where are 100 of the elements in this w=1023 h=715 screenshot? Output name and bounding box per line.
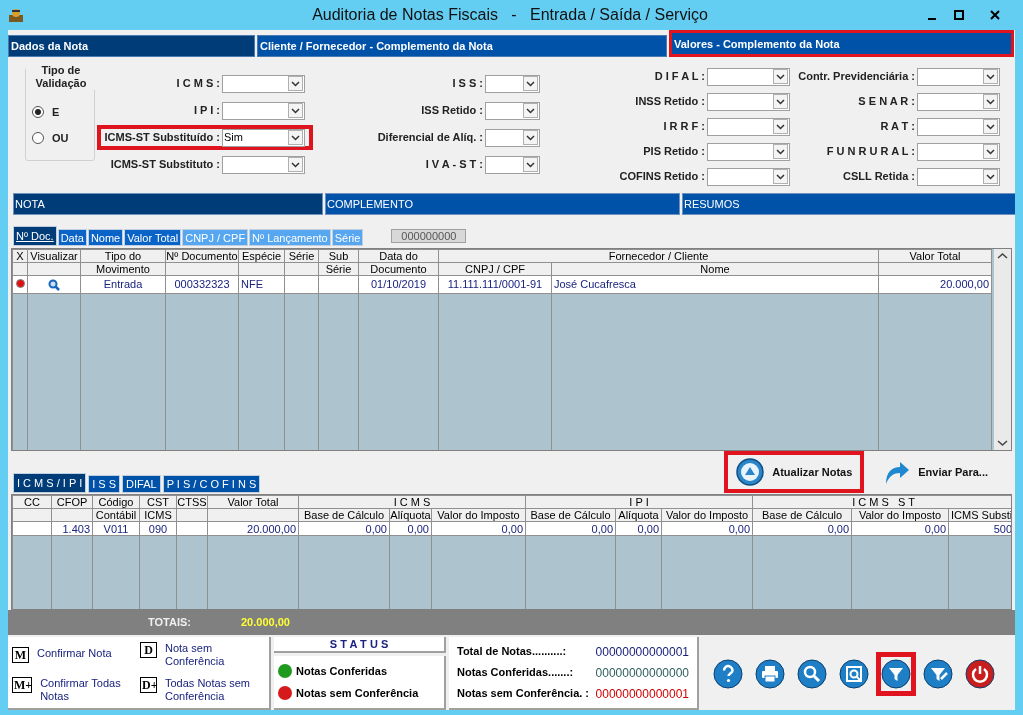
- header-tab[interactable]: Dados da Nota: [8, 35, 255, 57]
- table-cell: 20.000,00: [878, 275, 992, 293]
- table-cell: 000332323: [165, 275, 239, 293]
- column-header: Contábil: [92, 508, 140, 522]
- field-label: F U N R U R A L :: [826, 144, 916, 160]
- column-header: Alíquota: [389, 508, 432, 522]
- sort-tab[interactable]: Valor Total: [124, 229, 182, 246]
- key-icon: D: [140, 641, 157, 658]
- field-label: D I F A L :: [654, 69, 706, 85]
- column-header: Valor Total: [207, 495, 299, 509]
- sort-tab[interactable]: Nome: [87, 229, 124, 246]
- section-header: RESUMOS: [682, 193, 1015, 215]
- column-header: Tipo do: [80, 249, 166, 263]
- field-label: I P I :: [193, 103, 221, 119]
- status-title: S T A T U S: [274, 637, 446, 653]
- table-cell: 0,00: [615, 521, 662, 536]
- column-header: CNPJ / CPF: [438, 262, 552, 276]
- column-header: Movimento: [80, 262, 166, 276]
- table-cell: 0,00: [851, 521, 949, 536]
- field-label: I C M S :: [176, 76, 221, 92]
- header-tab[interactable]: Valores - Complemento da Nota: [669, 30, 1014, 57]
- help-icon[interactable]: [713, 658, 743, 689]
- field-label: INSS Retido :: [635, 94, 706, 110]
- column-header: I C M S: [298, 495, 526, 509]
- filter-clear-icon[interactable]: [923, 658, 953, 689]
- magnifier-icon[interactable]: [48, 279, 60, 292]
- dropdown[interactable]: Sim: [222, 128, 305, 147]
- key-icon: M: [12, 646, 29, 663]
- column-header: Valor do Imposto: [431, 508, 526, 522]
- count-label: Notas sem Conferência. :: [457, 686, 591, 702]
- field-label: ICMS-ST Substituído :: [104, 130, 221, 146]
- column-header: Valor do Imposto: [661, 508, 753, 522]
- field-label: CSLL Retida :: [843, 169, 916, 185]
- column-header: CST: [139, 495, 177, 509]
- legend-label: Confirmar Todas Notas: [40, 677, 122, 704]
- field-label: R A T :: [880, 119, 916, 135]
- column-header: Visualizar: [27, 249, 81, 263]
- count-value: 00000000000000: [595, 664, 689, 682]
- search-field[interactable]: 000000000: [391, 229, 467, 243]
- sort-tab[interactable]: Nº Doc.: [13, 226, 57, 246]
- table-cell: Entrada: [80, 275, 166, 293]
- section-header: COMPLEMENTO: [325, 193, 680, 215]
- toolbar-button[interactable]: [876, 651, 916, 696]
- table-cell: 0,00: [752, 521, 852, 536]
- column-header: CC: [12, 495, 52, 509]
- count-value: 00000000000001: [595, 685, 689, 703]
- field-label: I V A - S T :: [425, 157, 484, 173]
- header-tab[interactable]: Cliente / Fornecedor - Complemento da Nota: [257, 35, 667, 57]
- minimize-icon: [928, 17, 936, 20]
- column-header: I P I: [525, 495, 753, 509]
- table-cell: 0,00: [389, 521, 432, 536]
- radio-option[interactable]: OU: [32, 129, 94, 146]
- detail-tab[interactable]: DIFAL: [122, 475, 161, 493]
- action-button[interactable]: Enviar Para...: [870, 451, 1000, 493]
- power-icon[interactable]: [965, 658, 995, 689]
- column-header: Data do: [358, 249, 439, 263]
- window-title: Auditoria de Notas Fiscais - Entrada / Saída / Serviço: [311, 5, 709, 25]
- table-cell: 0,00: [298, 521, 390, 536]
- column-header: CTSS: [176, 495, 208, 509]
- radio-circle[interactable]: [32, 106, 44, 119]
- status-label: Notas Conferidas: [296, 663, 388, 679]
- scrollbar[interactable]: [994, 249, 1011, 450]
- field-label: I S S :: [452, 76, 484, 92]
- table-cell: 20.000,00: [207, 521, 299, 536]
- table-cell: NFE: [238, 275, 285, 293]
- column-header: Nº Documento: [165, 249, 239, 263]
- radio-label: E: [52, 105, 60, 120]
- close-icon: [990, 10, 1000, 20]
- column-header: Nome: [551, 262, 879, 276]
- detail-tab[interactable]: I S S: [88, 475, 121, 493]
- search-icon[interactable]: [797, 658, 827, 689]
- status-label: Notas sem Conferência: [296, 686, 419, 701]
- maximize-icon: [954, 10, 964, 20]
- column-header: I C M S S T: [752, 495, 1011, 509]
- group-title: Tipo de Validação: [26, 64, 96, 90]
- column-header: Valor Total: [878, 249, 992, 263]
- totals-value: 20.000,00: [241, 615, 290, 631]
- filter-icon[interactable]: [881, 658, 911, 689]
- table-cell: 01/10/2019: [358, 275, 439, 293]
- column-header: Base de Cálculo: [298, 508, 390, 522]
- field-label: Contr. Previdenciária :: [798, 69, 916, 85]
- section-header: NOTA: [13, 193, 323, 215]
- column-header: Espécie: [238, 249, 285, 263]
- column-header: CFOP: [51, 495, 93, 509]
- field-label: I R R F :: [663, 119, 706, 135]
- row-select-radio[interactable]: [15, 279, 25, 288]
- field-label: PIS Retido :: [643, 144, 706, 160]
- table-cell: 1.403: [51, 521, 93, 536]
- sort-tab[interactable]: Data: [57, 229, 87, 246]
- print-icon[interactable]: [755, 658, 785, 689]
- count-label: Total de Notas..........:: [457, 644, 568, 660]
- legend-label: Todas Notas sem Conferência: [165, 677, 251, 704]
- column-header: Sub: [318, 249, 359, 263]
- detail-tab[interactable]: I C M S / I P I: [13, 473, 87, 493]
- radio-option[interactable]: E: [32, 104, 94, 121]
- detail-tab[interactable]: P I S / C O F I N S: [162, 475, 261, 493]
- preview-icon[interactable]: [839, 658, 869, 689]
- radio-label: OU: [52, 130, 69, 146]
- column-header: ICMS: [139, 508, 177, 522]
- key-icon: M+: [12, 677, 33, 694]
